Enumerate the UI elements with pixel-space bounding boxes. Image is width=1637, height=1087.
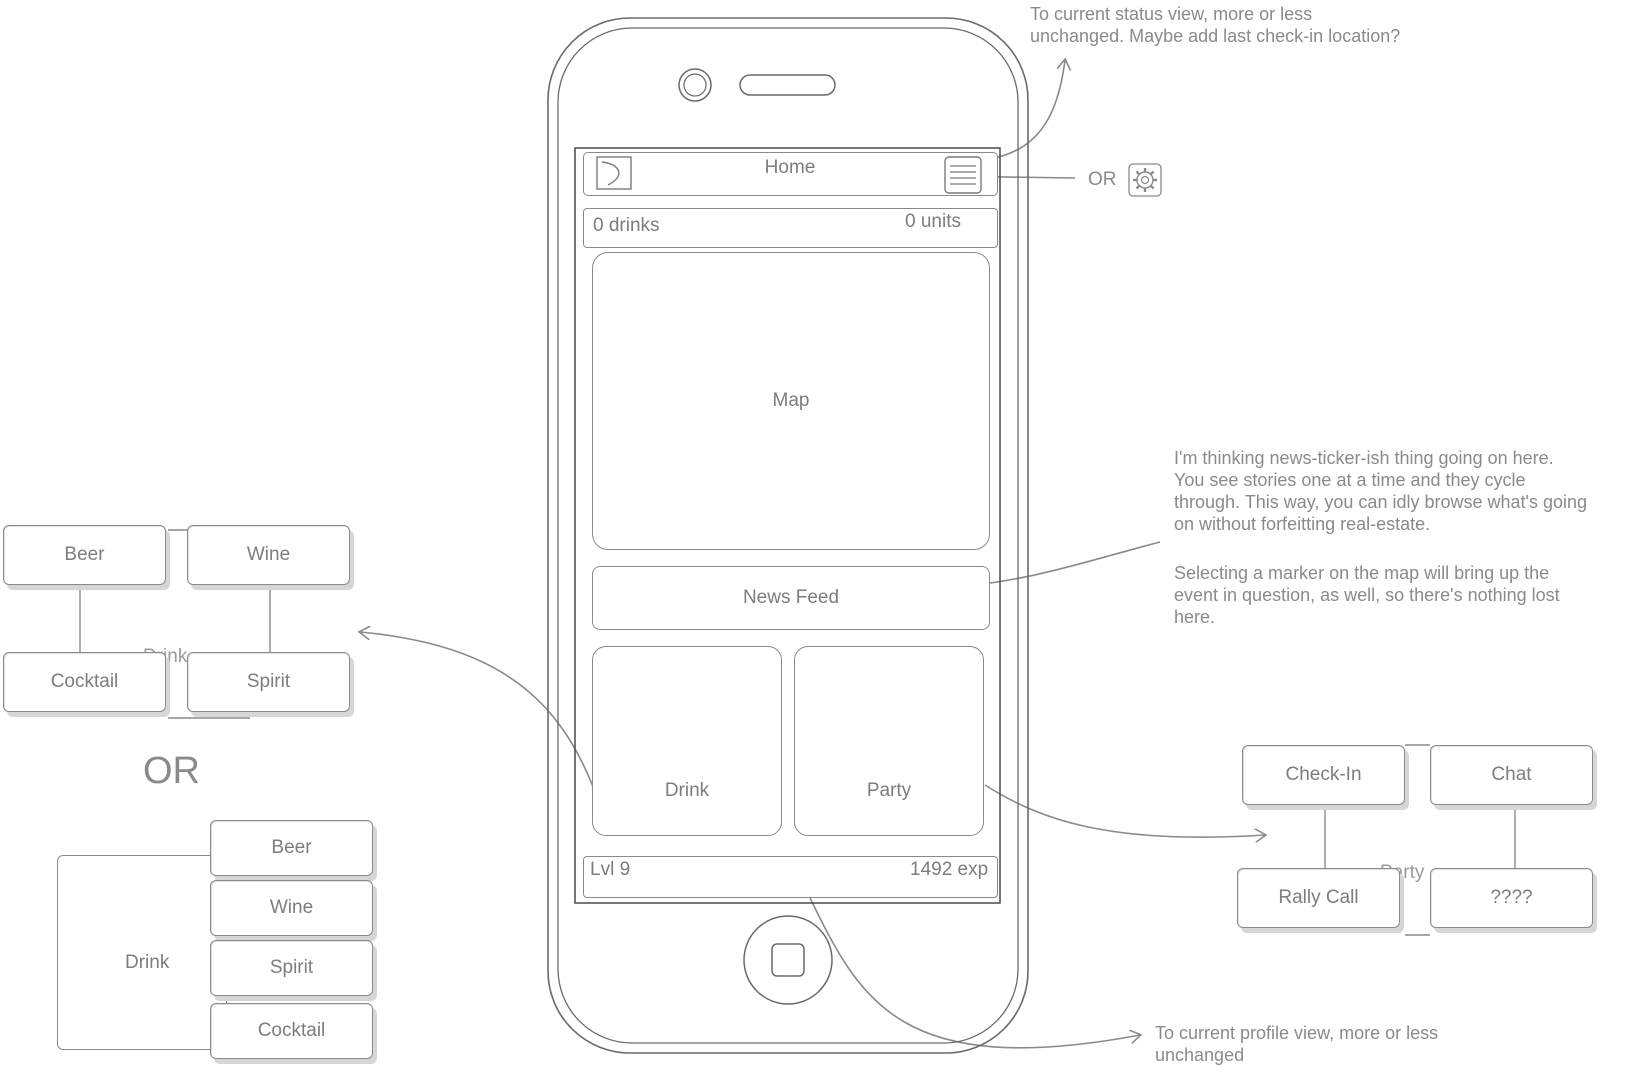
drink-button-label: Drink [664,780,710,801]
drink-grid-beer[interactable]: Beer [3,525,166,585]
map-panel[interactable]: Map [592,252,990,550]
news-note-marker: Selecting a marker on the map will bring… [1174,563,1560,627]
menu-button[interactable] [944,156,982,194]
drink-list-cocktail[interactable]: Cocktail [210,1003,373,1059]
party-grid-rally-call[interactable]: Rally Call [1237,868,1400,928]
menu-icon [944,156,982,194]
exp-label: 1492 exp [910,859,989,880]
back-icon [596,156,632,190]
page-title: Home [764,157,816,178]
drink-button[interactable]: Drink [592,646,782,836]
drink-list-beer[interactable]: Beer [210,820,373,876]
drink-list-wine[interactable]: Wine [210,880,373,936]
settings-alternative [1128,163,1162,197]
drink-list-panel: Drink [57,855,227,1050]
party-grid-check-in[interactable]: Check-In [1242,745,1405,805]
level-label: Lvl 9 [590,859,631,880]
drink-grid-spirit[interactable]: Spirit [187,652,350,712]
news-feed[interactable]: News Feed [592,566,990,630]
map-label: Map [772,390,810,411]
drinks-count: 0 drinks [593,215,660,236]
menu-note: To current status view, more or less unc… [1030,4,1401,46]
options-or-label: OR [143,750,200,792]
news-feed-label: News Feed [742,587,840,608]
party-grid-chat[interactable]: Chat [1430,745,1593,805]
or-label: OR [1088,169,1117,190]
drink-list-spirit[interactable]: Spirit [210,940,373,996]
units-count: 0 units [905,211,961,232]
party-button[interactable]: Party [794,646,984,836]
drink-list-label: Drink [125,951,170,973]
drink-grid-wine[interactable]: Wine [187,525,350,585]
back-button[interactable] [596,156,632,190]
gear-icon [1128,163,1162,197]
party-grid-unknown[interactable]: ???? [1430,868,1593,928]
profile-note: To current profile view, more or less un… [1155,1023,1439,1065]
news-note: I'm thinking news-ticker-ish thing going… [1174,448,1587,534]
drink-grid-cocktail[interactable]: Cocktail [3,652,166,712]
party-button-label: Party [866,780,912,801]
